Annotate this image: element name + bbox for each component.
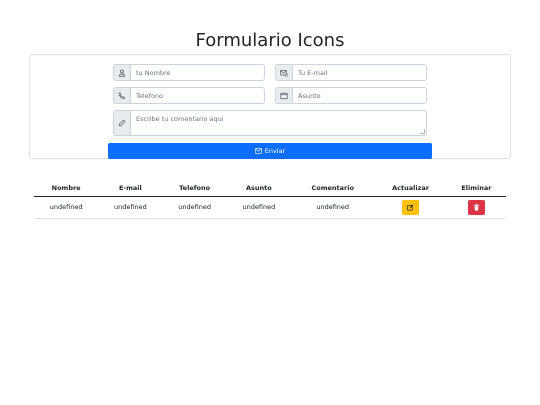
cell-nombre: undefined [34, 196, 99, 219]
header-eliminar: Eliminar [446, 180, 506, 197]
table-header-row: Nombre E-mail Telefono Asunto Comentario… [34, 180, 506, 197]
envelope-at-icon [275, 64, 293, 81]
cell-asunto: undefined [226, 196, 291, 219]
header-actualizar: Actualizar [374, 180, 447, 197]
update-button[interactable] [402, 199, 420, 215]
cell-comentario: undefined [291, 196, 375, 219]
header-comentario: Comentario [291, 180, 375, 197]
subject-input[interactable] [293, 87, 427, 104]
email-input-group [275, 64, 427, 81]
name-input-group [113, 64, 265, 81]
comment-textarea[interactable] [131, 110, 427, 136]
cell-telefono: undefined [162, 196, 227, 219]
subject-input-group [275, 87, 427, 104]
header-nombre: Nombre [34, 180, 99, 197]
table-row: undefined undefined undefined undefined … [34, 196, 506, 219]
delete-button[interactable] [467, 199, 485, 215]
calendar-icon [275, 87, 293, 104]
name-input[interactable] [131, 64, 265, 81]
header-telefono: Telefono [162, 180, 227, 197]
submit-label: Enviar [264, 147, 286, 155]
phone-input-group [113, 87, 265, 104]
comment-input-group [113, 110, 427, 136]
trash-icon [473, 203, 479, 211]
telephone-icon [113, 87, 131, 104]
email-input[interactable] [293, 64, 427, 81]
pencil-square-icon [407, 204, 414, 210]
page-title: Formulario Icons [195, 30, 345, 51]
phone-input[interactable] [131, 87, 265, 104]
records-table: Nombre E-mail Telefono Asunto Comentario… [34, 180, 506, 219]
envelope-icon [254, 148, 262, 154]
header-asunto: Asunto [226, 180, 291, 197]
pencil-icon [113, 110, 131, 136]
person-icon [113, 64, 131, 81]
header-email: E-mail [98, 180, 163, 197]
submit-button[interactable]: Enviar [108, 143, 432, 159]
cell-email: undefined [98, 196, 163, 219]
